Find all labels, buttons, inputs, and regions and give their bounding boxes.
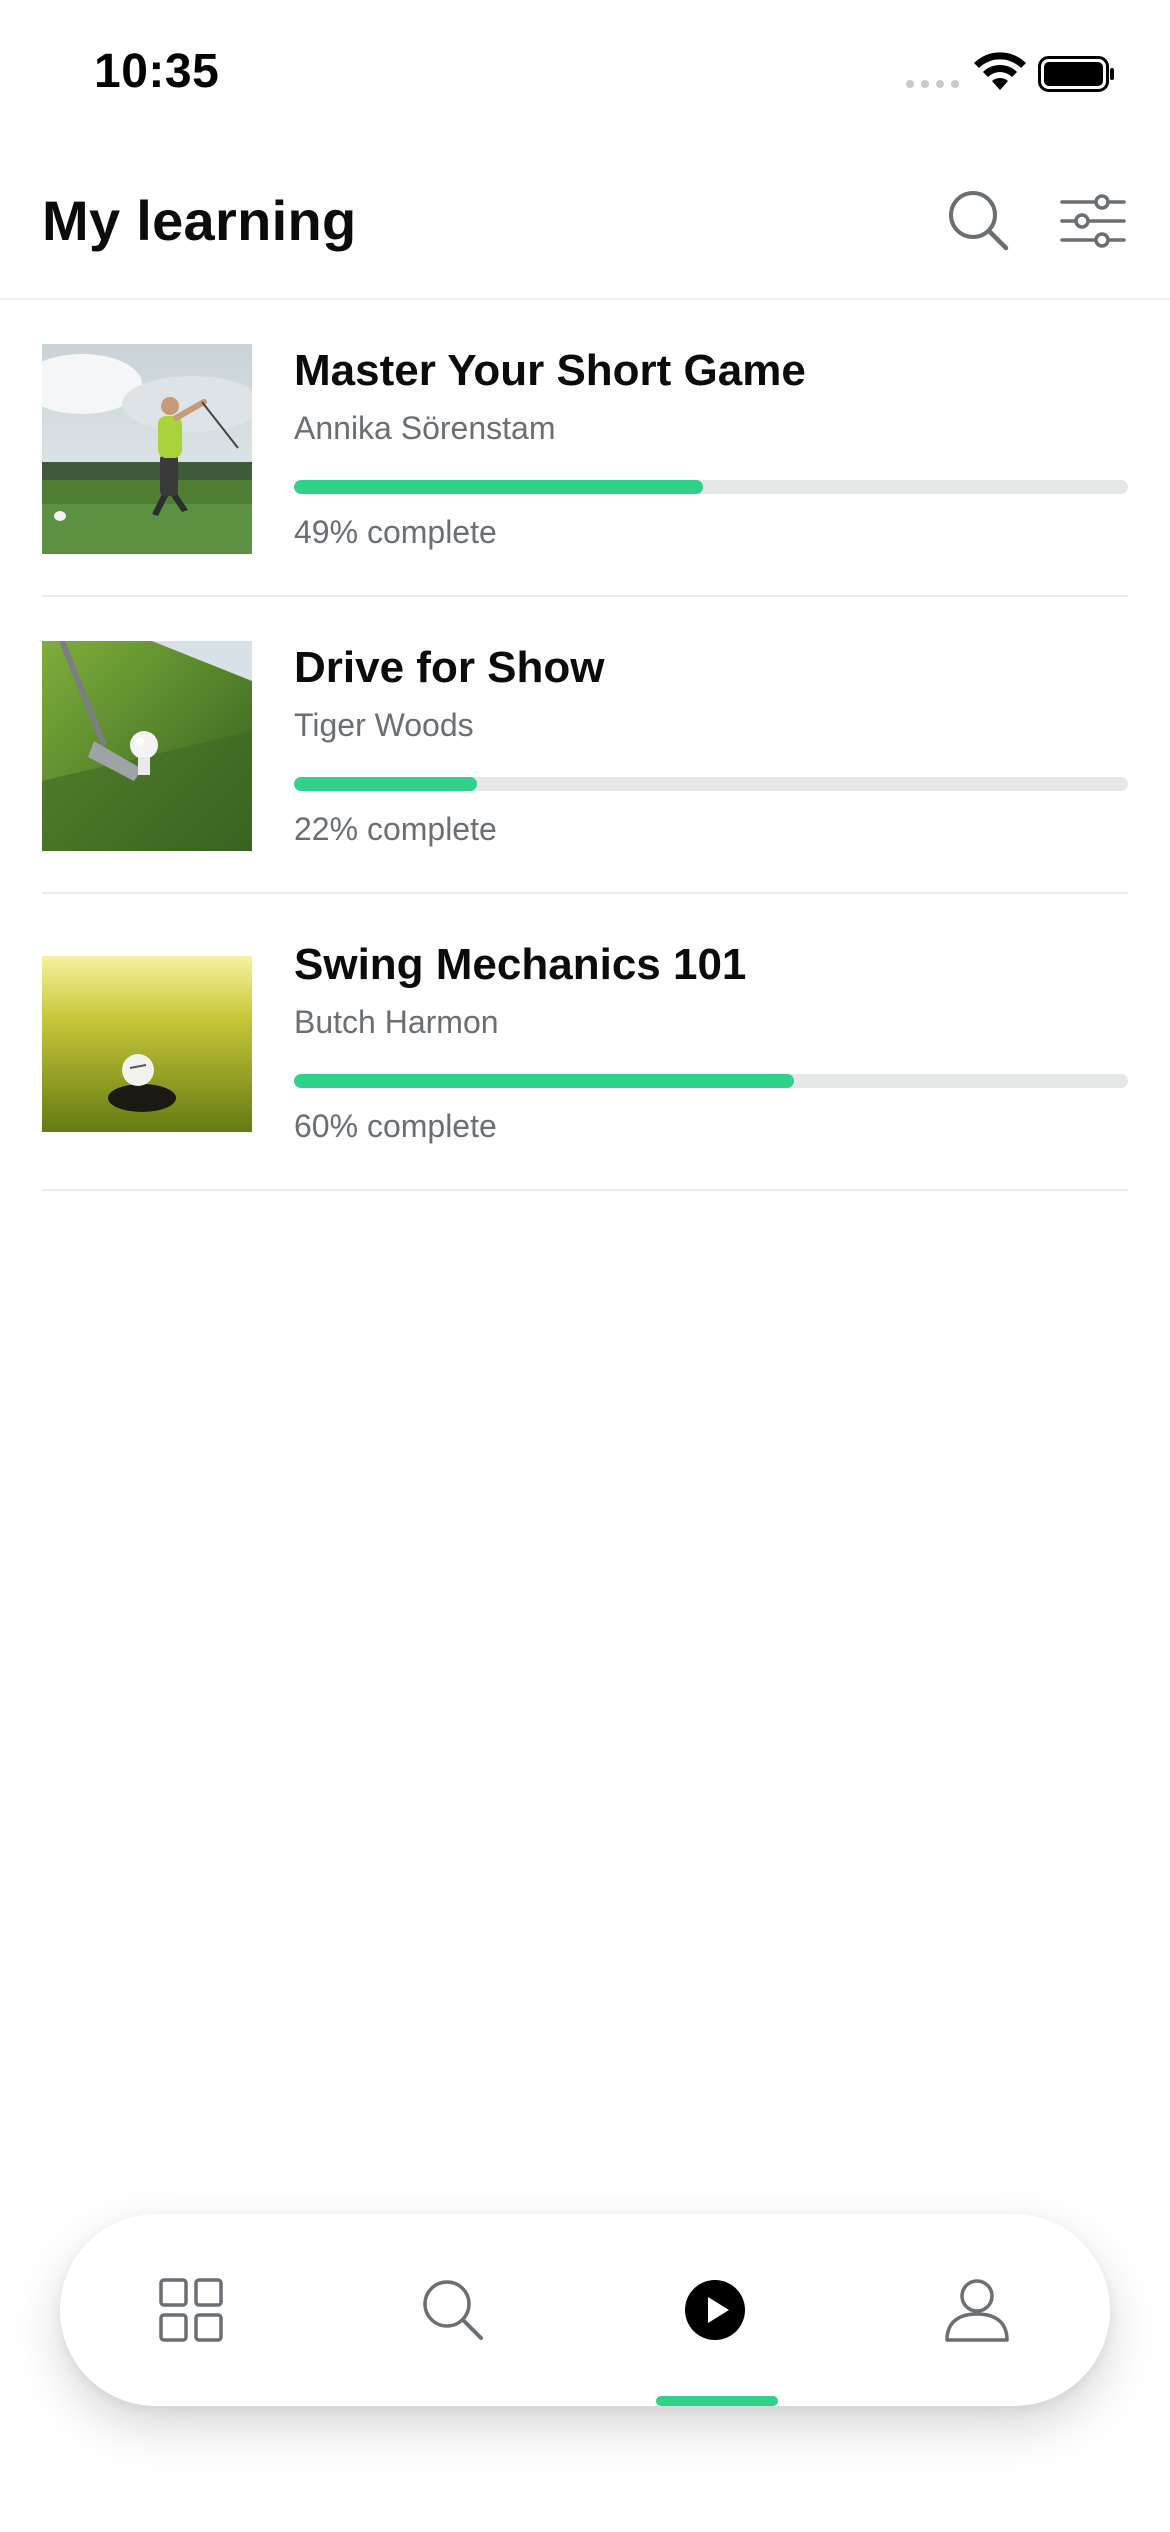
battery-icon bbox=[1038, 56, 1114, 92]
course-title: Drive for Show bbox=[294, 643, 605, 692]
filter-icon[interactable] bbox=[1058, 186, 1128, 256]
progress-bar bbox=[294, 1074, 1128, 1088]
progress-text: 22% complete bbox=[294, 811, 497, 847]
progress-bar bbox=[294, 480, 1128, 494]
search-icon[interactable] bbox=[944, 186, 1014, 256]
course-author: Annika Sörenstam bbox=[294, 410, 556, 446]
play-icon bbox=[685, 2280, 745, 2340]
course-title: Master Your Short Game bbox=[294, 346, 806, 395]
status-bar: 10:35 bbox=[0, 0, 1170, 140]
wifi-icon bbox=[974, 52, 1026, 90]
course-thumbnail-club-ball bbox=[42, 641, 252, 851]
search-icon bbox=[423, 2280, 483, 2340]
my-learning-screen: 10:35 My learning Master Your Short Game… bbox=[0, 0, 1170, 2532]
course-thumbnail-ball-hole bbox=[42, 938, 252, 1148]
course-list: Master Your Short Game Annika Sörenstam … bbox=[42, 300, 1128, 1191]
active-tab-indicator bbox=[656, 2396, 778, 2406]
page-title: My learning bbox=[42, 189, 357, 252]
progress-text: 49% complete bbox=[294, 514, 497, 550]
course-title: Swing Mechanics 101 bbox=[294, 940, 747, 989]
nav-item-profile[interactable] bbox=[846, 2214, 1108, 2406]
course-item[interactable]: Master Your Short Game Annika Sörenstam … bbox=[42, 300, 1128, 597]
nav-item-home[interactable] bbox=[60, 2214, 322, 2406]
app-header: My learning bbox=[0, 140, 1170, 300]
nav-item-search[interactable] bbox=[322, 2214, 584, 2406]
progress-fill bbox=[294, 1074, 795, 1088]
progress-fill bbox=[294, 480, 703, 494]
course-thumbnail-golfer-swing bbox=[42, 344, 252, 554]
grid-icon bbox=[159, 2278, 223, 2342]
bottom-nav bbox=[60, 2214, 1110, 2406]
profile-icon bbox=[945, 2279, 1009, 2342]
course-author: Tiger Woods bbox=[294, 707, 474, 743]
status-time: 10:35 bbox=[94, 45, 220, 98]
progress-text: 60% complete bbox=[294, 1108, 497, 1144]
progress-bar bbox=[294, 777, 1128, 791]
course-item[interactable]: Drive for Show Tiger Woods 22% complete bbox=[42, 597, 1128, 894]
signal-icon bbox=[906, 80, 959, 88]
progress-fill bbox=[294, 777, 478, 791]
course-author: Butch Harmon bbox=[294, 1004, 499, 1040]
course-item[interactable]: Swing Mechanics 101 Butch Harmon 60% com… bbox=[42, 894, 1128, 1191]
nav-item-my-learning[interactable] bbox=[584, 2214, 846, 2406]
